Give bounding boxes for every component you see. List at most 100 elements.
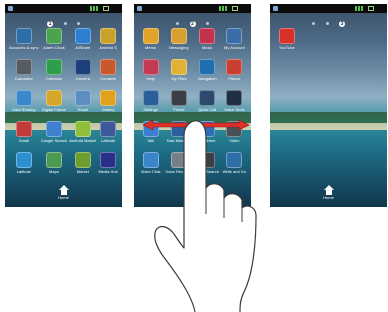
battery-icon	[232, 6, 238, 11]
home-icon	[323, 185, 334, 195]
app-icon-tile[interactable]: Music	[195, 26, 220, 55]
app-icon	[170, 90, 187, 106]
app-icon-tile[interactable]: Gmail	[9, 119, 39, 148]
app-label: Gallery	[101, 107, 115, 112]
app-icon-tile[interactable]: Market	[69, 150, 96, 179]
notification-icon	[273, 6, 278, 11]
app-label: Accounts & sync	[9, 45, 39, 50]
app-icon	[142, 90, 159, 106]
signal-icon	[90, 6, 100, 11]
app-icon	[45, 90, 62, 106]
app-icon	[45, 28, 62, 44]
app-icon	[15, 28, 32, 44]
status-bar	[134, 4, 251, 13]
app-icon-tile[interactable]: YouTube	[274, 26, 300, 55]
app-icon	[15, 152, 32, 168]
app-label: Contacts	[100, 76, 117, 81]
app-label: Data Sharing	[12, 107, 36, 112]
app-label: Latitude	[101, 138, 116, 143]
app-icon-tile[interactable]: My Account	[222, 26, 247, 55]
app-icon-tile[interactable]: Voice Tools	[222, 88, 247, 117]
app-label: AllShare	[75, 45, 91, 50]
app-icon	[100, 59, 117, 75]
home-label: Home	[323, 195, 334, 200]
app-icon	[100, 28, 117, 44]
app-grid: YouTube	[274, 26, 383, 55]
status-bar	[5, 4, 122, 13]
app-label: My Files	[171, 76, 187, 81]
app-label: Gmail	[18, 138, 30, 143]
home-icon	[58, 185, 69, 195]
app-icon-tile[interactable]: Alarm Clock	[41, 26, 68, 55]
app-icon	[74, 152, 91, 168]
notification-icon	[8, 6, 13, 11]
app-label: Help	[146, 76, 155, 81]
app-icon-tile[interactable]: AllShare	[69, 26, 96, 55]
app-icon-tile[interactable]: Places	[222, 57, 247, 86]
app-label: Voice Tools	[224, 107, 245, 112]
app-icon	[142, 28, 159, 44]
app-icon-tile[interactable]: My Files	[165, 57, 192, 86]
app-icon-tile[interactable]: Accounts & sync	[9, 26, 39, 55]
app-icon-tile[interactable]: Latitude	[98, 119, 118, 148]
app-icon	[226, 59, 243, 75]
home-button[interactable]: Home	[270, 185, 387, 201]
app-icon-tile[interactable]: Maps	[41, 150, 68, 179]
app-icon-tile[interactable]: Messaging	[165, 26, 192, 55]
app-icon-tile[interactable]: Email	[69, 88, 96, 117]
app-label: Digital Frame	[42, 107, 66, 112]
home-screen-1: 1 Accounts & sync Alarm Clock AllShare Andr…	[5, 4, 122, 207]
home-screen-3: 3 YouTube Home	[270, 4, 387, 207]
app-icon-tile[interactable]: Digital Frame	[41, 88, 68, 117]
app-label: Calculator	[14, 76, 33, 81]
app-icon	[100, 121, 117, 137]
battery-icon	[103, 6, 109, 11]
pointing-hand-icon	[154, 120, 257, 312]
app-label: Phone	[173, 107, 185, 112]
home-button[interactable]: Home	[5, 185, 122, 201]
app-label: Quick Call	[198, 107, 217, 112]
app-label: Media Hub	[98, 169, 118, 174]
app-icon-tile[interactable]: Settings	[138, 88, 163, 117]
app-icon-tile[interactable]: Android Market	[69, 119, 96, 148]
app-icon-tile[interactable]: Phone	[165, 88, 192, 117]
wallpaper-island	[270, 112, 387, 130]
page-indicator: 3	[270, 15, 387, 27]
app-icon-tile[interactable]: Navigation	[195, 57, 220, 86]
app-icon-tile[interactable]: Google Search	[40, 119, 68, 148]
app-icon-tile[interactable]: Memo	[138, 26, 163, 55]
notification-icon	[137, 6, 142, 11]
signal-icon	[355, 6, 365, 11]
app-icon-tile[interactable]: Gallery	[98, 88, 118, 117]
app-icon	[15, 121, 32, 137]
app-icon-tile[interactable]: Data Sharing	[9, 88, 39, 117]
app-label: Camera	[75, 76, 90, 81]
page-indicator: 2	[134, 15, 251, 27]
app-label: Latitude	[16, 169, 31, 174]
battery-icon	[368, 6, 374, 11]
app-icon	[45, 152, 62, 168]
app-icon	[45, 59, 62, 75]
app-icon-tile[interactable]: Contacts	[98, 57, 118, 86]
app-icon-tile[interactable]: Quick Call	[195, 88, 220, 117]
page-dot	[63, 22, 67, 26]
signal-icon	[219, 6, 229, 11]
app-label: YouTube	[279, 45, 295, 50]
app-icon	[199, 59, 216, 75]
app-icon	[74, 90, 91, 106]
app-icon-tile[interactable]: Camera	[69, 57, 96, 86]
app-icon	[278, 28, 295, 44]
app-icon-tile[interactable]: Android S	[98, 26, 118, 55]
app-icon-tile[interactable]: Calculator	[9, 57, 39, 86]
app-label: Maps	[49, 169, 59, 174]
app-icon	[15, 90, 32, 106]
page-dot	[205, 22, 209, 26]
app-label: Google Search	[40, 138, 68, 143]
app-icon-tile[interactable]: Calendar	[41, 57, 68, 86]
app-icon-tile[interactable]: Help	[138, 57, 163, 86]
app-grid: Accounts & sync Alarm Clock AllShare Androi…	[9, 26, 118, 179]
app-icon	[74, 121, 91, 137]
app-icon-tile[interactable]: Latitude	[9, 150, 39, 179]
app-icon	[226, 28, 243, 44]
app-icon-tile[interactable]: Media Hub	[98, 150, 118, 179]
